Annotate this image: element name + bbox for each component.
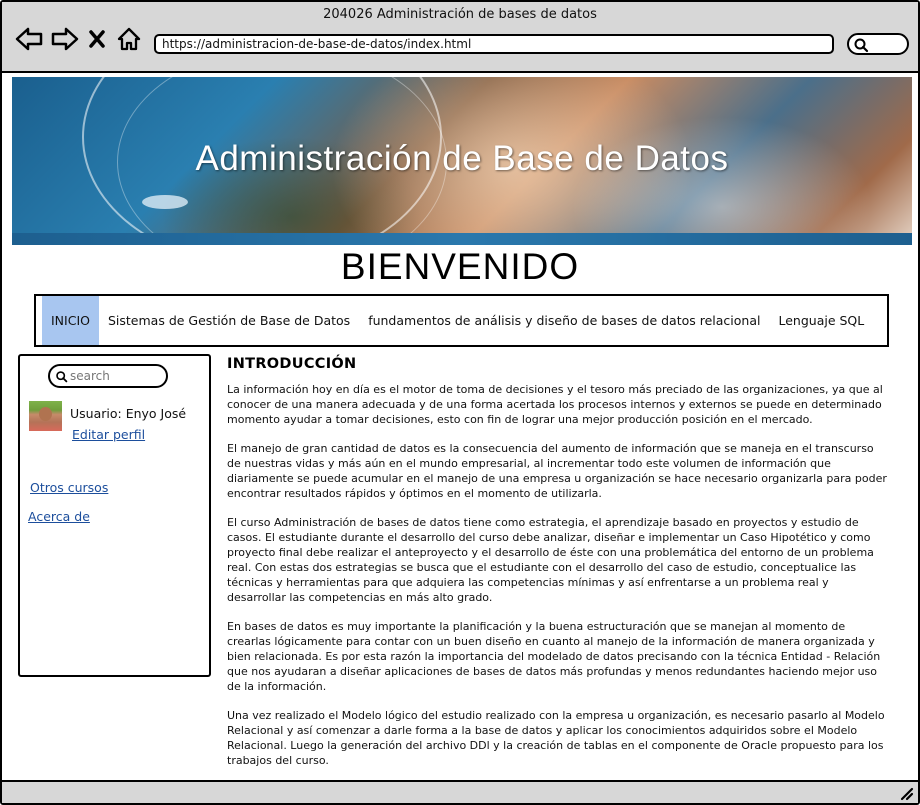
forward-arrow-icon[interactable]	[50, 24, 80, 54]
menu-item-lenguaje-sql[interactable]: Lenguaje SQL	[769, 296, 873, 345]
otros-cursos-link[interactable]: Otros cursos	[30, 480, 108, 495]
window-title: 204026 Administración de bases de datos	[323, 7, 597, 22]
intro-paragraph-4: En bases de datos es muy importante la p…	[227, 620, 881, 693]
sidebar: search Usuario: Enyo José Editar perfil …	[18, 354, 211, 677]
main-nav-menu: INICIO Sistemas de Gestión de Base de Da…	[34, 294, 889, 347]
intro-paragraph-5: Una vez realizado el Modelo lógico del e…	[227, 709, 885, 767]
avatar	[29, 401, 62, 431]
sidebar-search-input[interactable]: search	[48, 364, 168, 388]
intro-paragraph-2: El manejo de gran cantidad de datos es l…	[227, 442, 887, 500]
user-label: Usuario: Enyo José	[70, 406, 187, 421]
intro-paragraph-3: El curso Administración de bases de dato…	[227, 516, 874, 604]
menu-item-fundamentos[interactable]: fundamentos de análisis y diseño de base…	[359, 296, 769, 345]
hero-banner: Administración de Base de Datos	[12, 77, 912, 245]
edit-profile-link[interactable]: Editar perfil	[72, 427, 145, 442]
browser-toolbar: 204026 Administración de bases de datos …	[2, 2, 918, 73]
acerca-de-link[interactable]: Acerca de	[28, 509, 90, 524]
browser-window: 204026 Administración de bases de datos …	[0, 0, 920, 805]
main-content: INTRODUCCIÓN La información hoy en día e…	[227, 356, 887, 782]
welcome-heading: BIENVENIDO	[340, 246, 580, 287]
status-bar	[2, 780, 918, 803]
browser-search-field[interactable]	[847, 33, 909, 55]
intro-paragraph-1: La información hoy en día es el motor de…	[227, 383, 883, 426]
search-icon	[854, 38, 869, 53]
address-bar[interactable]: https://administracion-de-base-de-datos/…	[154, 34, 834, 54]
menu-item-sistemas-gestion[interactable]: Sistemas de Gestión de Base de Datos	[99, 296, 359, 345]
menu-item-inicio[interactable]: INICIO	[42, 296, 99, 345]
home-icon[interactable]	[114, 24, 144, 54]
section-heading: INTRODUCCIÓN	[227, 356, 357, 372]
nav-buttons	[14, 24, 144, 54]
search-icon	[56, 371, 68, 383]
back-arrow-icon[interactable]	[14, 24, 44, 54]
close-icon[interactable]	[86, 24, 108, 54]
resize-grip-icon[interactable]	[898, 785, 914, 801]
banner-title: Administración de Base de Datos	[195, 139, 729, 178]
search-placeholder: search	[70, 369, 110, 383]
